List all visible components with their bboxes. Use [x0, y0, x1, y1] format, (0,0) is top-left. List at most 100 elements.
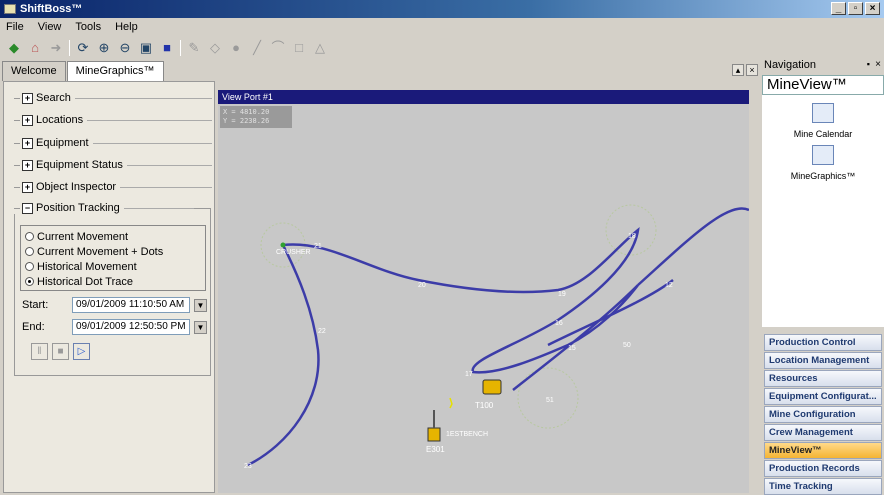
menu-tools[interactable]: Tools	[75, 21, 101, 33]
node-label[interactable]: 16	[555, 320, 563, 327]
graphics-icon[interactable]	[812, 145, 834, 165]
node-label[interactable]: 19	[558, 291, 566, 298]
expand-icon[interactable]: +	[22, 114, 33, 126]
line-icon[interactable]: ╱	[249, 40, 265, 56]
chevron-down-icon[interactable]: ▼	[194, 298, 207, 312]
pause-button[interactable]: ‖	[31, 343, 48, 360]
rectangle-icon[interactable]: □	[291, 40, 307, 56]
restore-button[interactable]: ▫	[848, 2, 863, 15]
tab-dropdown-button[interactable]: ▴	[732, 64, 744, 76]
node-label[interactable]: 18	[628, 233, 636, 240]
node-label[interactable]: 21	[314, 243, 322, 250]
end-label: End:	[22, 321, 45, 333]
truck-label[interactable]: T100	[475, 401, 494, 410]
node-label[interactable]: 20	[418, 282, 426, 289]
monitor-icon[interactable]: ▣	[138, 40, 154, 56]
radio-icon	[25, 232, 34, 241]
forward-icon[interactable]: ➜	[48, 40, 64, 56]
back-icon[interactable]: ◆	[6, 40, 22, 56]
bench-label[interactable]: 1ESTBENCH	[446, 431, 488, 438]
menu-help[interactable]: Help	[115, 21, 138, 33]
node-label[interactable]: 23	[244, 463, 252, 470]
edit-icon[interactable]: ✎	[186, 40, 202, 56]
haul-road-map[interactable]: CRUSHER 21 20 22 23 18 19 16 15 17 12 50…	[218, 90, 749, 493]
truck-icon[interactable]	[482, 379, 502, 395]
radio-historical-movement[interactable]: Historical Movement	[25, 259, 201, 274]
radio-current-movement[interactable]: Current Movement	[25, 229, 201, 244]
node-label[interactable]: 22	[318, 328, 326, 335]
window-icon[interactable]: ■	[159, 40, 175, 56]
play-button[interactable]: ▷	[73, 343, 90, 360]
navigation-body: Mine Calendar MineGraphics™	[762, 95, 884, 327]
section-equipment[interactable]: + Equipment	[14, 137, 212, 149]
arc-icon[interactable]: ⌒	[270, 40, 286, 56]
excavator-label[interactable]: E301	[426, 445, 445, 454]
window-title: ShiftBoss™	[20, 3, 83, 15]
nav-mine-configuration[interactable]: Mine Configuration	[764, 406, 882, 423]
crusher-label[interactable]: CRUSHER	[276, 249, 311, 256]
node-label[interactable]: 51	[546, 397, 554, 404]
node-label[interactable]: 17	[465, 371, 473, 378]
calendar-icon[interactable]	[812, 103, 834, 123]
tab-minegraphics[interactable]: MineGraphics™	[66, 61, 164, 81]
nav-time-tracking[interactable]: Time Tracking	[764, 478, 882, 495]
node-label[interactable]: 12	[665, 282, 673, 289]
menu-view[interactable]: View	[38, 21, 62, 33]
pin-icon[interactable]: ▪	[867, 59, 870, 69]
expand-icon[interactable]: +	[22, 181, 33, 193]
zoom-in-icon[interactable]: ⊕	[96, 40, 112, 56]
tab-welcome[interactable]: Welcome	[2, 61, 66, 81]
radio-current-movement-dots[interactable]: Current Movement + Dots	[25, 244, 201, 259]
refresh-icon[interactable]: ⟳	[75, 40, 91, 56]
section-equipment-status[interactable]: + Equipment Status	[14, 159, 212, 171]
section-position-tracking[interactable]: − Position Tracking	[14, 202, 194, 214]
end-date-field[interactable]: 09/01/2009 12:50:50 PM	[72, 319, 190, 335]
node-label[interactable]: 15	[568, 345, 576, 352]
triangle-icon[interactable]: △	[312, 40, 328, 56]
excavator-icon[interactable]	[427, 427, 441, 442]
nav-production-control[interactable]: Production Control	[764, 334, 882, 351]
point-icon[interactable]: ●	[228, 40, 244, 56]
nav-mineview[interactable]: MineView™	[764, 442, 882, 459]
eraser-icon[interactable]: ◇	[207, 40, 223, 56]
nav-resources[interactable]: Resources	[764, 370, 882, 387]
close-icon[interactable]: ×	[875, 59, 881, 70]
map-labels: CRUSHER 21 20 22 23 18 19 16 15 17 12 50…	[244, 233, 673, 470]
section-locations[interactable]: + Locations	[14, 114, 212, 126]
nav-production-records[interactable]: Production Records	[764, 460, 882, 477]
expand-icon[interactable]: +	[22, 159, 33, 171]
tab-strip: Welcome MineGraphics™	[2, 61, 165, 81]
chevron-down-icon[interactable]: ▼	[194, 320, 207, 334]
collapse-icon[interactable]: −	[22, 202, 33, 214]
nav-equipment-configuration[interactable]: Equipment Configurat...	[764, 388, 882, 405]
start-date-field[interactable]: 09/01/2009 11:10:50 AM	[72, 297, 190, 313]
east-haul-road	[637, 207, 749, 286]
stop-button[interactable]: ■	[52, 343, 69, 360]
node-label[interactable]: 50	[623, 342, 631, 349]
expand-icon[interactable]: +	[22, 92, 33, 104]
nav-item-mine-calendar[interactable]: Mine Calendar	[762, 129, 884, 139]
close-button[interactable]: ×	[865, 2, 880, 15]
nav-item-minegraphics[interactable]: MineGraphics™	[762, 171, 884, 181]
end-row: End: 09/01/2009 12:50:50 PM ▼	[22, 319, 207, 335]
left-panel: + Search + Locations + Equipment + Equip…	[3, 81, 215, 493]
map-viewport[interactable]: View Port #1 X = 4810.20 Y = 2238.26 CRU…	[218, 90, 749, 493]
toolbar-separator	[180, 40, 181, 56]
nav-location-management[interactable]: Location Management	[764, 352, 882, 369]
expand-icon[interactable]: +	[22, 137, 33, 149]
zoom-out-icon[interactable]: ⊖	[117, 40, 133, 56]
section-object-inspector[interactable]: + Object Inspector	[14, 181, 212, 193]
radio-historical-dot-trace[interactable]: Historical Dot Trace	[25, 274, 201, 289]
minimize-button[interactable]: _	[831, 2, 846, 15]
navigation-panel: Navigation ▪ × MineView™ Mine Calendar M…	[762, 57, 884, 495]
home-icon[interactable]: ⌂	[27, 40, 43, 56]
menu-file[interactable]: File	[6, 21, 24, 33]
nav-crew-management[interactable]: Crew Management	[764, 424, 882, 441]
crusher-marker[interactable]	[280, 242, 286, 248]
tab-close-button[interactable]: ×	[746, 64, 758, 76]
section-label: Equipment	[36, 137, 89, 149]
section-search[interactable]: + Search	[14, 92, 212, 104]
ramp-trace-ring	[605, 204, 657, 256]
haul-route	[247, 207, 749, 467]
navigation-header-label: Navigation	[764, 59, 816, 71]
